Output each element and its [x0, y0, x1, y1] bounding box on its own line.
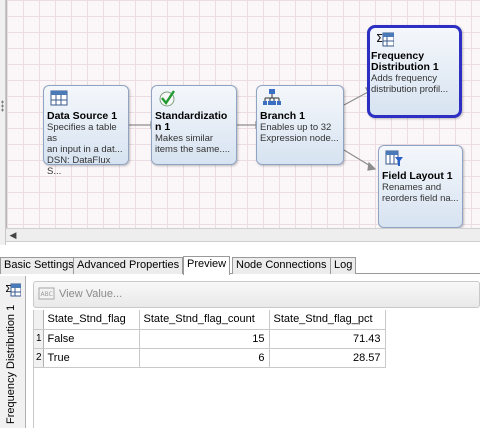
connector-arrowhead [367, 161, 377, 171]
node-description: Makes similar items the same.... [155, 133, 230, 155]
canvas-horizontal-scrollbar[interactable]: ◀ [6, 228, 480, 242]
tab-preview[interactable]: Preview [183, 256, 231, 275]
row-number: 1 [34, 329, 44, 349]
tab-node-connections[interactable]: Node Connections [232, 257, 331, 274]
svg-text:Σ: Σ [5, 284, 11, 295]
node-data-source[interactable]: Data Source 1 Specifies a table as an in… [43, 85, 129, 177]
column-header[interactable]: State_Stnd_flag_count [139, 310, 270, 330]
svg-text:Σ: Σ [376, 32, 383, 45]
scroll-left-icon[interactable]: ◀ [7, 230, 19, 241]
column-header[interactable]: State_Stnd_flag_pct [269, 310, 386, 330]
tab-basic-settings[interactable]: Basic Settings [0, 257, 78, 274]
node-description: Specifies a table as an input in a dat..… [47, 122, 123, 177]
table-icon [50, 90, 68, 106]
table-row[interactable]: 1 False 15 71.43 [34, 329, 386, 349]
node-description: Enables up to 32 Expression node... [260, 122, 339, 144]
preview-table[interactable]: State_Stnd_flag State_Stnd_flag_count St… [33, 310, 480, 428]
node-field-layout[interactable]: Field Layout 1 Renames and reorders fiel… [378, 145, 463, 228]
row-number-header [34, 310, 44, 330]
column-header[interactable]: State_Stnd_flag [43, 310, 140, 330]
sigma-table-icon: Σ [5, 283, 21, 297]
view-value-icon: ABC [38, 287, 55, 300]
branch-icon [263, 89, 281, 105]
node-title: Standardizatio n 1 [155, 110, 228, 133]
row-number: 2 [34, 348, 44, 368]
frequency-distribution-side-tab[interactable]: Σ Frequency Distribution 1 [0, 276, 26, 428]
view-value-label: View Value... [59, 288, 123, 300]
table-cell[interactable]: False [43, 329, 140, 349]
table-row[interactable]: 2 True 6 28.57 [34, 348, 386, 368]
preview-toolbar: ABC View Value... [33, 281, 480, 308]
node-title: Branch 1 [260, 110, 305, 122]
table-cell[interactable]: 28.57 [269, 348, 386, 368]
node-frequency-distribution[interactable]: Σ Frequency Distribution 1 Adds frequenc… [367, 25, 462, 118]
table-cell[interactable]: 71.43 [269, 329, 386, 349]
table-cell[interactable]: 15 [139, 329, 270, 349]
node-description: Adds frequency distribution profil... [371, 73, 449, 95]
table-header-row: State_Stnd_flag State_Stnd_flag_count St… [34, 310, 386, 330]
node-title: Data Source 1 [47, 110, 118, 122]
node-title: Field Layout 1 [382, 170, 453, 182]
node-branch[interactable]: Branch 1 Enables up to 32 Expression nod… [256, 85, 344, 165]
connector-branch-to-frequency [343, 91, 369, 106]
view-value-button[interactable]: ABC View Value... [38, 287, 122, 301]
table-cell[interactable]: True [43, 348, 140, 368]
node-standardization[interactable]: Standardizatio n 1 Makes similar items t… [151, 85, 237, 165]
tab-advanced-properties[interactable]: Advanced Properties [73, 257, 184, 274]
node-title: Frequency Distribution 1 [371, 50, 439, 73]
svg-text:ABC: ABC [41, 291, 53, 298]
checkmark-icon [159, 90, 175, 107]
tab-log[interactable]: Log [330, 257, 357, 274]
job-canvas[interactable]: Data Source 1 Specifies a table as an in… [6, 0, 480, 228]
sigma-table-icon: Σ [376, 32, 394, 47]
node-description: Renames and reorders field na... [382, 182, 459, 204]
splitter-grip-icon[interactable] [1, 100, 4, 112]
side-tab-label: Frequency Distribution 1 [5, 304, 17, 424]
connector-branch-to-field-layout [343, 149, 373, 168]
properties-tab-bar: Basic Settings Advanced Properties Previ… [0, 256, 480, 275]
table-cell[interactable]: 6 [139, 348, 270, 368]
table-filter-icon [385, 150, 403, 166]
